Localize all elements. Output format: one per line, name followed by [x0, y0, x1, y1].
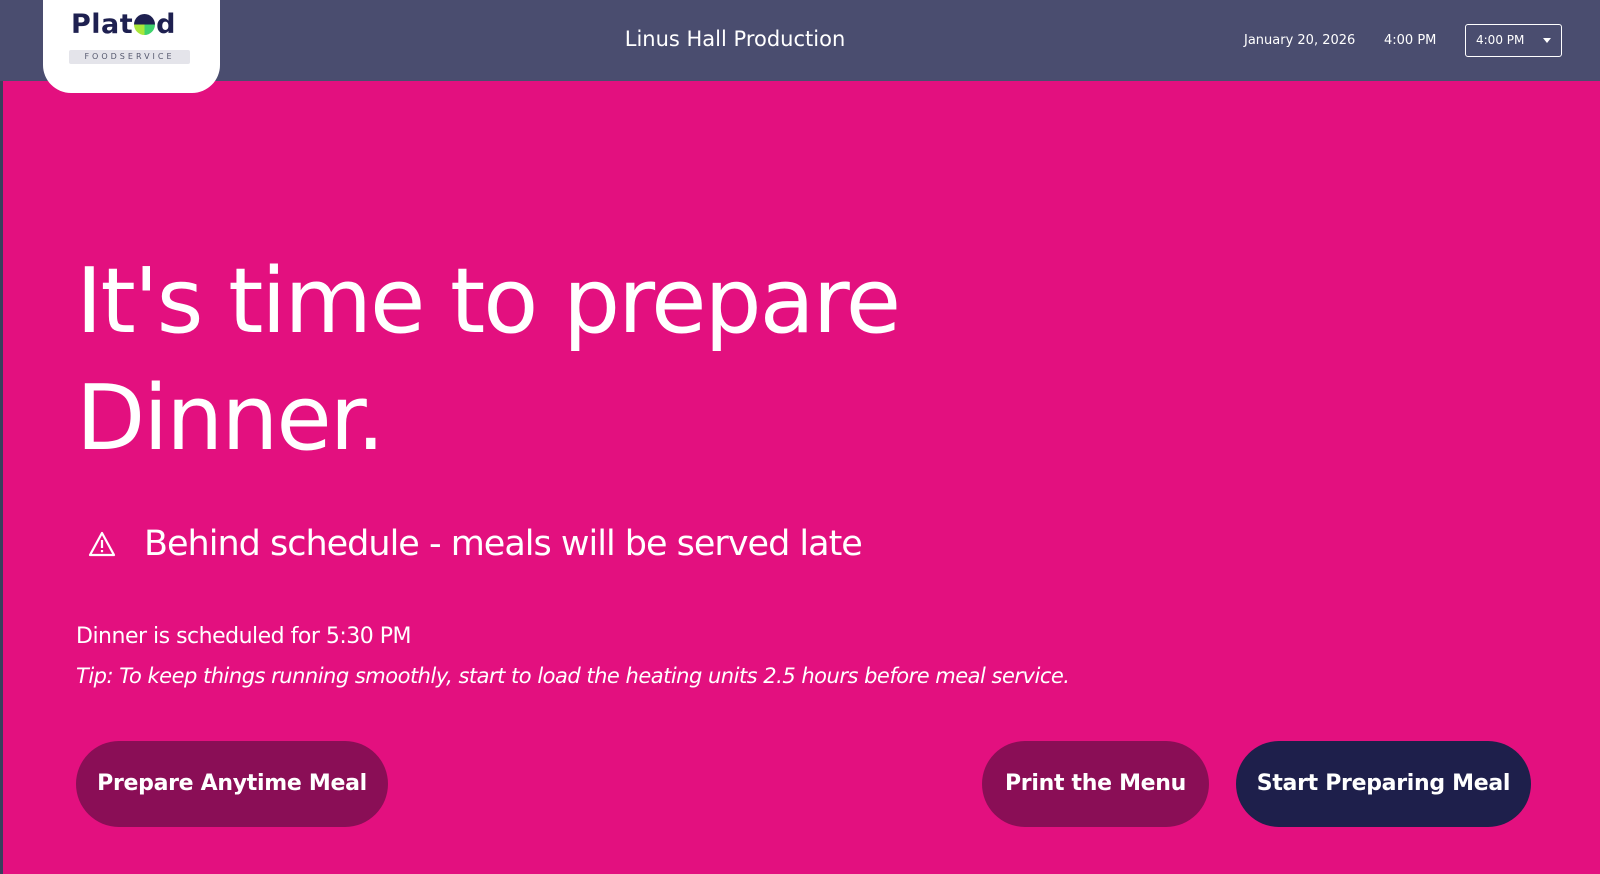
- schedule-text: Dinner is scheduled for 5:30 PM: [76, 624, 412, 649]
- prepare-anytime-meal-button[interactable]: Prepare Anytime Meal: [76, 741, 388, 827]
- print-menu-button[interactable]: Print the Menu: [982, 741, 1209, 827]
- logo-subtitle: FOODSERVICE: [69, 50, 190, 64]
- start-preparing-meal-button[interactable]: Start Preparing Meal: [1236, 741, 1531, 827]
- warning-text: Behind schedule - meals will be served l…: [144, 524, 863, 564]
- page-headline: It's time to prepare Dinner.: [76, 243, 1176, 477]
- logo-wordmark: Plat d: [71, 9, 176, 40]
- window-edge: [0, 0, 3, 874]
- app-frame: Linus Hall Production January 20, 2026 4…: [0, 0, 1600, 874]
- time-select-dropdown[interactable]: 4:00 PM: [1465, 24, 1562, 57]
- app-title: Linus Hall Production: [624, 27, 846, 51]
- current-time: 4:00 PM: [1384, 33, 1437, 48]
- headline-line-2: Dinner.: [76, 366, 385, 471]
- logo-mark-icon: [134, 14, 156, 35]
- chevron-down-icon: [1543, 38, 1551, 43]
- headline-line-1: It's time to prepare: [76, 249, 901, 354]
- time-select-value: 4:00 PM: [1476, 33, 1525, 47]
- logo[interactable]: Plat d FOODSERVICE: [43, 0, 220, 93]
- top-bar: Linus Hall Production January 20, 2026 4…: [0, 0, 1600, 81]
- current-date: January 20, 2026: [1244, 33, 1356, 48]
- warning-triangle-icon: [88, 531, 116, 557]
- tip-text: Tip: To keep things running smoothly, st…: [76, 664, 1070, 688]
